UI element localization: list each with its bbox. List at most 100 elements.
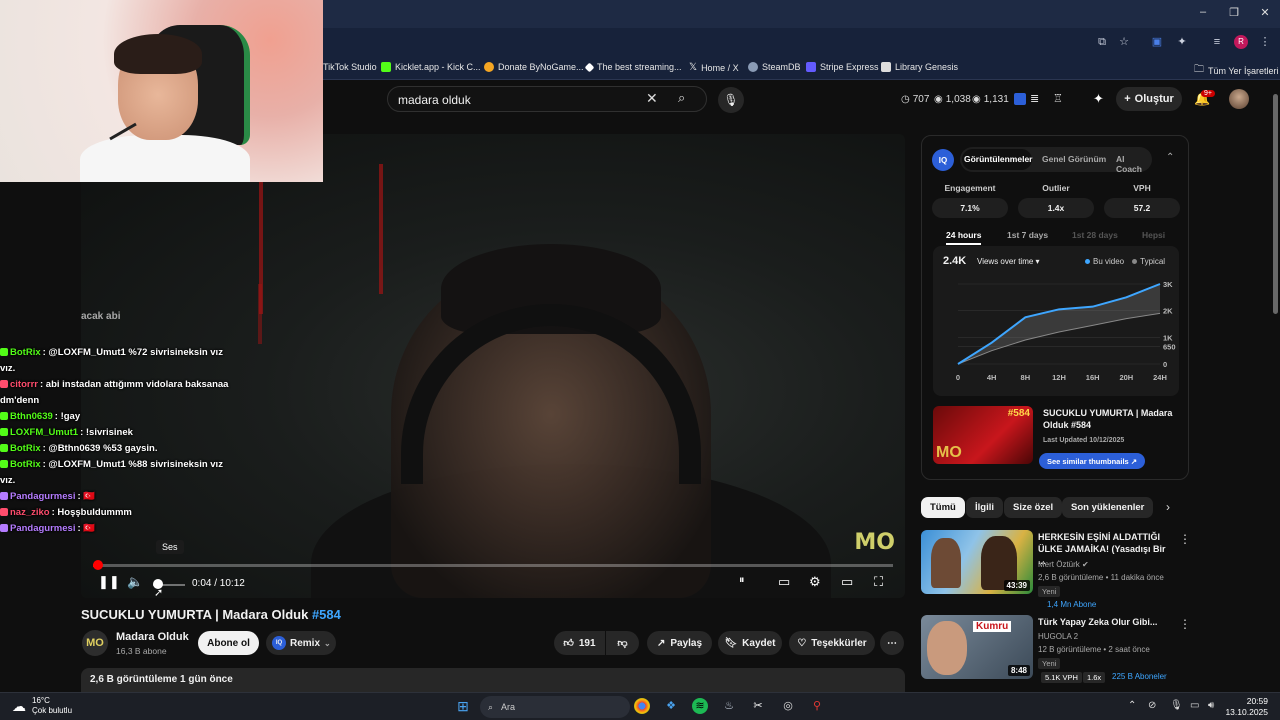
rec-more-icon[interactable]: ⋮: [1179, 617, 1191, 631]
chrome-icon[interactable]: [634, 698, 650, 714]
iq-extension-icon[interactable]: [1014, 93, 1026, 105]
settings-icon[interactable]: ⚙: [809, 574, 821, 590]
collapse-icon[interactable]: ⌃: [1166, 152, 1174, 163]
create-label: Oluştur: [1134, 93, 1174, 105]
search-input[interactable]: madara olduk: [398, 93, 471, 107]
tray-chevron-icon[interactable]: ⌃: [1128, 700, 1136, 711]
microphone-icon[interactable]: 🎙︎: [1170, 700, 1183, 711]
video-hashtag[interactable]: #584: [312, 607, 341, 622]
remix-button[interactable]: IQ Remix ⌄: [266, 631, 336, 655]
pause-icon[interactable]: ❚❚: [98, 574, 120, 590]
chart-y-tick-label: 3K: [1163, 280, 1173, 289]
description-box[interactable]: 2,6 B görüntüleme 1 gün önce: [81, 668, 905, 692]
queue-icon[interactable]: ≣: [1030, 92, 1039, 105]
autoplay-toggle[interactable]: ⏸︎: [739, 574, 745, 587]
gemini-icon[interactable]: ✦: [1093, 91, 1104, 107]
thanks-button[interactable]: ♡ Teşekkürler: [789, 631, 875, 655]
tab-overview[interactable]: Genel Görünüm: [1042, 154, 1106, 164]
range-24h[interactable]: 24 hours: [946, 230, 982, 245]
profile-avatar[interactable]: R: [1234, 35, 1248, 49]
rec-channel[interactable]: HUGOLA 2: [1038, 632, 1078, 641]
chip-for-you[interactable]: Size özel: [1004, 497, 1063, 518]
progress-bar[interactable]: [93, 564, 893, 567]
bookmark-steamdb[interactable]: SteamDB: [748, 62, 801, 72]
fullscreen-icon[interactable]: ⛶: [874, 574, 883, 590]
clear-search-icon[interactable]: ✕: [646, 90, 658, 107]
capcut-icon[interactable]: ✂: [750, 698, 766, 714]
media-icon[interactable]: ≡: [1210, 35, 1224, 49]
range-7d[interactable]: 1st 7 days: [1007, 230, 1048, 240]
close-window-icon[interactable]: ✕: [1255, 6, 1275, 19]
chat-message: Bthn0639: !gay: [0, 409, 230, 425]
chat-message: LOXFM_Umut1: !sivrisinek: [0, 425, 230, 441]
channel-name[interactable]: Madara Olduk: [116, 631, 189, 643]
spotify-icon[interactable]: ≋: [692, 698, 708, 714]
rec-thumbnail[interactable]: 43:39: [921, 530, 1033, 594]
mouse-cursor-icon: ➚: [154, 587, 164, 599]
page-scrollbar[interactable]: [1270, 80, 1280, 692]
map-pin-icon[interactable]: ⚲: [809, 698, 825, 714]
rec-channel[interactable]: Mert Öztürk ✔: [1038, 560, 1089, 569]
chip-recent[interactable]: Son yüklenenler: [1062, 497, 1154, 518]
chip-related[interactable]: İlgili: [966, 497, 1003, 518]
progress-scrubber[interactable]: [93, 560, 104, 570]
chevron-right-icon[interactable]: ›: [1166, 500, 1170, 514]
tab-ai-coach[interactable]: AI Coach: [1116, 154, 1152, 174]
voice-search-icon[interactable]: 🎙: [718, 87, 744, 113]
bookmark-bynogame[interactable]: Donate ByNoGame...: [484, 62, 584, 72]
range-all[interactable]: Hepsi: [1142, 230, 1165, 240]
rec-more-icon[interactable]: ⋮: [1179, 532, 1191, 546]
bookmark-tiktok-studio[interactable]: TikTok Studio: [323, 62, 377, 72]
see-similar-thumbnails-button[interactable]: See similar thumbnails ↗: [1039, 453, 1146, 469]
trophy-icon[interactable]: ♖: [1053, 92, 1063, 105]
taskbar-search[interactable]: ⌕ Ara: [480, 696, 630, 718]
subscribe-button[interactable]: Abone ol: [198, 631, 259, 655]
chip-all[interactable]: Tümü: [921, 497, 965, 518]
search-box[interactable]: madara olduk ✕ ⌕: [387, 86, 707, 112]
steam-icon[interactable]: ♨: [721, 698, 737, 714]
channel-avatar[interactable]: MO: [82, 630, 108, 656]
tab-views[interactable]: Görüntülenmeler: [964, 154, 1032, 164]
app-icon[interactable]: ❖: [663, 698, 679, 714]
search-icon[interactable]: ⌕: [678, 90, 685, 106]
range-28d[interactable]: 1st 28 days: [1072, 230, 1118, 240]
minimize-icon[interactable]: –: [1193, 6, 1213, 18]
maximize-icon[interactable]: ❐: [1224, 6, 1244, 19]
browser-menu-icon[interactable]: ⋮: [1258, 35, 1272, 49]
scrollbar-thumb[interactable]: [1273, 94, 1278, 314]
translate-icon[interactable]: ▣: [1150, 35, 1164, 49]
bookmark-kicklet[interactable]: Kicklet.app - Kick C...: [381, 62, 481, 72]
weather-widget[interactable]: ☁ 16°C Çok bulutlu: [12, 696, 72, 716]
share-button[interactable]: ↗ Paylaş: [647, 631, 712, 655]
more-actions-button[interactable]: ⋯: [880, 631, 904, 655]
rec-title[interactable]: Türk Yapay Zeka Olur Gibi...: [1038, 616, 1174, 628]
bookmark-stripe[interactable]: Stripe Express: [806, 62, 879, 72]
like-button[interactable]: 👍︎ 191: [554, 631, 605, 655]
rec-thumbnail[interactable]: Kumru 8:48: [921, 615, 1033, 679]
bookmark-star-icon[interactable]: ☆: [1117, 35, 1131, 49]
volume-icon[interactable]: 🔈: [127, 574, 143, 590]
obs-icon[interactable]: ◎: [780, 698, 796, 714]
rec-duration: 43:39: [1003, 580, 1030, 591]
share-label: Paylaş: [670, 637, 703, 649]
display-icon[interactable]: ▭: [1190, 700, 1199, 711]
speaker-icon[interactable]: 🔊︎: [1208, 700, 1214, 711]
metric-outlier-value: 1.4x: [1018, 198, 1094, 218]
extensions-icon[interactable]: ✦: [1175, 35, 1189, 49]
tray-network-off-icon[interactable]: ⊘: [1148, 700, 1156, 711]
theater-mode-icon[interactable]: ▭: [841, 574, 853, 590]
bookmark-streaming[interactable]: The best streaming...: [584, 62, 682, 72]
chat-text: : !gay: [54, 411, 81, 422]
windows-start-icon[interactable]: ⊞: [455, 698, 471, 714]
all-bookmarks[interactable]: 🗀 Tüm Yer İşaretleri: [1194, 62, 1279, 79]
bookmark-x-home[interactable]: 𝕏 Home / X: [689, 62, 739, 73]
dislike-button[interactable]: 👎︎: [606, 631, 639, 655]
metric-vph-label: VPH: [1133, 183, 1151, 193]
create-button[interactable]: + Oluştur: [1116, 87, 1182, 111]
bookmark-libgen[interactable]: Library Genesis: [881, 62, 958, 72]
install-app-icon[interactable]: ⧉: [1095, 35, 1109, 49]
subtitles-icon[interactable]: ▭: [778, 574, 790, 590]
account-avatar[interactable]: [1229, 89, 1249, 109]
taskbar-clock[interactable]: 20:59 13.10.2025: [1224, 696, 1268, 718]
save-button[interactable]: 🔖︎ Kaydet: [718, 631, 782, 655]
